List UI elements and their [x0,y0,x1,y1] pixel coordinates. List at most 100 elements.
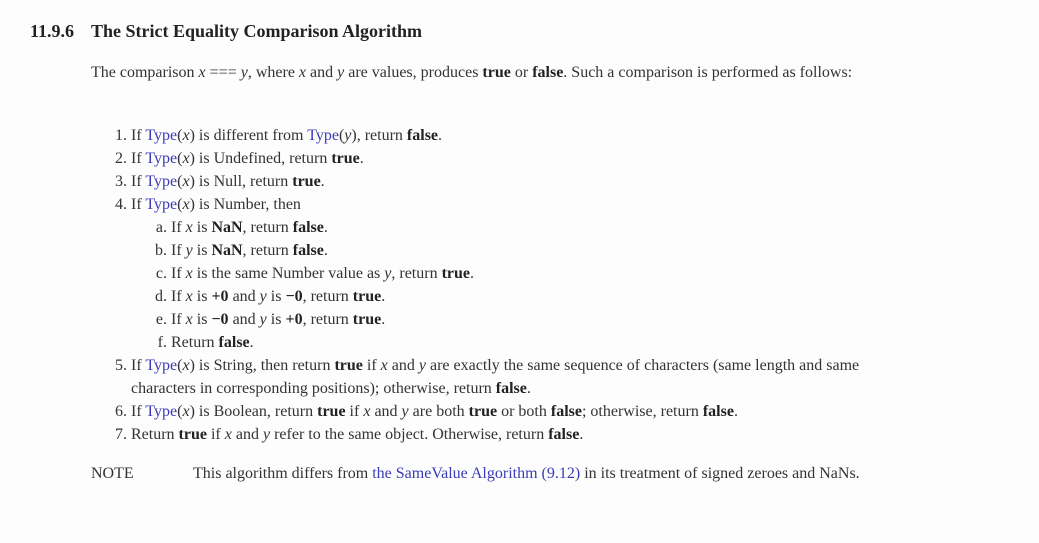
step-letter: d. [155,288,167,305]
text: , return [242,242,293,259]
text: Return [171,334,219,351]
type-link[interactable]: Type [145,127,177,144]
kw-false: false [702,403,734,420]
algorithm-steps: 1. If Type(x) is different from Type(y), … [91,124,891,446]
text: This algorithm differs from [193,465,373,482]
var-y: y [259,311,267,328]
intro-paragraph: The comparison x === y, where x and y ar… [91,61,891,84]
kw-plus-zero: +0 [211,288,229,305]
step-number: 7. [115,426,127,443]
kw-true: true [331,150,360,167]
step-4: 4. If Type(x) is Number, then [91,193,891,216]
text: . [323,219,328,236]
text: or both [497,403,551,420]
text: is [266,311,286,328]
step-letter: f. [157,334,167,351]
text: If [171,288,186,305]
text: if [345,403,364,420]
step-number: 5. [115,357,127,374]
text: is Number, then [194,196,301,213]
text: If [131,196,146,213]
step-4b: b. If y is NaN, return false. [91,239,891,262]
text: If [131,173,146,190]
kw-false: false [218,334,250,351]
kw-false: false [548,426,580,443]
text: is [192,311,212,328]
text: . [526,380,531,397]
kw-false: false [406,127,439,144]
text: If [171,265,186,282]
var-x: x [182,173,190,190]
step-number: 1. [115,127,127,144]
intro-text: and [306,64,338,81]
step-4a: a. If x is NaN, return false. [91,216,891,239]
var-x: x [185,265,193,282]
text: Return [131,426,179,443]
text: and [228,311,260,328]
var-x: x [182,403,190,420]
kw-true: true [178,426,207,443]
kw-nan: NaN [211,219,243,236]
step-number: 6. [115,403,127,420]
samevalue-link[interactable]: the SameValue Algorithm (9.12) [372,465,580,482]
text: are both [408,403,469,420]
text: . [381,311,386,328]
kw-plus-zero: +0 [285,311,303,328]
text: and [228,288,260,305]
kw-nan: NaN [211,242,243,259]
step-4f: f. Return false. [91,331,891,354]
step-4c: c. If x is the same Number value as y, re… [91,262,891,285]
text: If [131,403,146,420]
text: refer to the same object. Otherwise, ret… [270,426,549,443]
text: is different from [194,127,308,144]
kw-false: false [292,242,324,259]
step-letter: a. [155,219,167,236]
intro-text: The comparison [91,64,199,81]
step-number: 3. [115,173,127,190]
text: , return [302,311,353,328]
kw-false: false [292,219,324,236]
type-link[interactable]: Type [145,196,177,213]
text: . [359,150,364,167]
var-x: x [185,288,193,305]
kw-true: true [292,173,321,190]
text: . [249,334,254,351]
text: . [470,265,475,282]
step-number: 4. [115,196,127,213]
var-x: x [185,311,193,328]
text: If [131,150,146,167]
step-number: 2. [115,150,127,167]
text: . [733,403,738,420]
step-3: 3. If Type(x) is Null, return true. [91,170,891,193]
text: and [387,357,419,374]
text: If [171,242,186,259]
type-link[interactable]: Type [145,173,177,190]
var-y: y [240,64,248,81]
type-link[interactable]: Type [145,150,177,167]
text: . [579,426,584,443]
type-link[interactable]: Type [145,357,177,374]
var-x: x [185,219,193,236]
text: is String, then return [194,357,335,374]
text: is Boolean, return [194,403,318,420]
type-link[interactable]: Type [307,127,339,144]
kw-true: true [482,64,511,81]
type-link[interactable]: Type [145,403,177,420]
text: If [131,127,146,144]
text: is [192,288,212,305]
text: . [381,288,386,305]
step-6: 6. If Type(x) is Boolean, return true if … [91,400,891,423]
kw-true: true [352,311,382,328]
var-x: x [198,64,206,81]
text: is [266,288,286,305]
text: If [131,357,146,374]
text: If [171,219,186,236]
var-x: x [224,426,232,443]
operator: === [205,64,241,81]
text: in its treatment of signed zeroes and Na… [580,465,860,482]
var-x: x [182,357,190,374]
kw-true: true [468,403,498,420]
note-label: NOTE [91,465,134,482]
text: , return [302,288,353,305]
section-title: The Strict Equality Comparison Algorithm [91,21,423,41]
